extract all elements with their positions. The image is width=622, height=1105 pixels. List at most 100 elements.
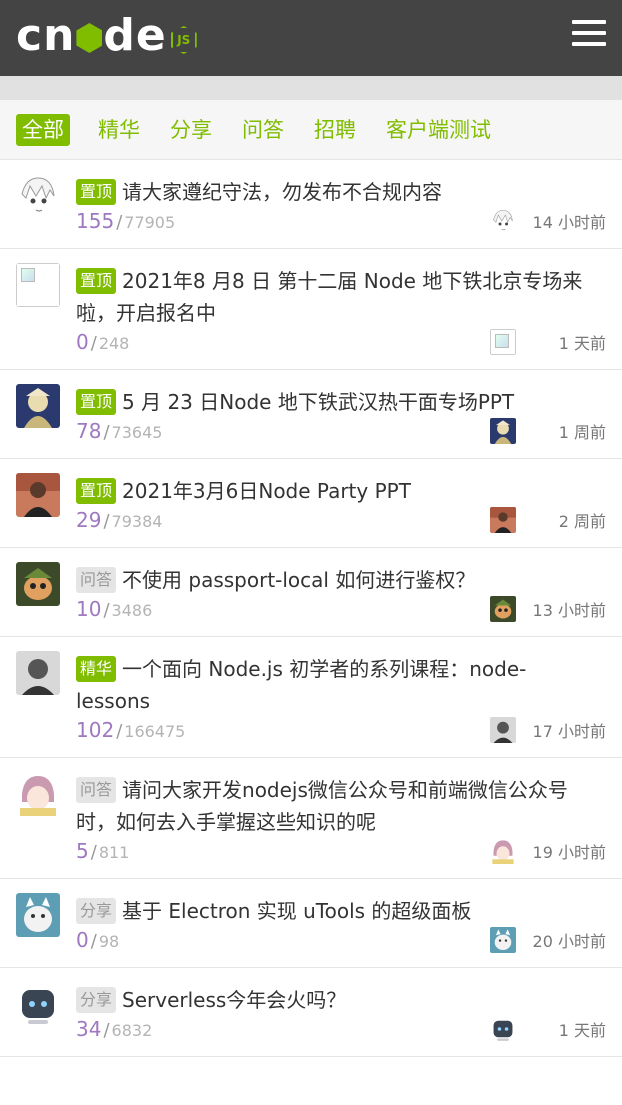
- last-reply-avatar[interactable]: [490, 596, 516, 622]
- topic-title[interactable]: Serverless今年会火吗？: [122, 988, 346, 1012]
- topic-title[interactable]: 请问大家开发nodejs微信公众号和前端微信公众号时，如何去入手掌握这些知识的呢: [76, 778, 568, 834]
- last-reply-time: 1 天前: [558, 1021, 606, 1040]
- reply-count: 0: [76, 330, 89, 354]
- last-reply-time: 20 小时前: [532, 932, 606, 951]
- topic-row[interactable]: 置顶 2021年3月6日Node Party PPT 29/79384 2 周前: [0, 459, 622, 548]
- view-count: 79384: [111, 512, 163, 531]
- topic-title-line[interactable]: 分享 Serverless今年会火吗？: [76, 984, 606, 1016]
- last-reply-time: 17 小时前: [532, 722, 606, 741]
- last-reply-avatar[interactable]: [490, 329, 516, 355]
- topic-title-line[interactable]: 分享 基于 Electron 实现 uTools 的超级面板: [76, 895, 606, 927]
- reply-count: 155: [76, 209, 115, 233]
- header-divider: [0, 76, 622, 100]
- topic-row[interactable]: 精华 一个面向 Node.js 初学者的系列课程：node-lessons 102/…: [0, 637, 622, 758]
- topic-row[interactable]: 问答 不使用 passport-local 如何进行鉴权？ 10/3486 13 小时…: [0, 548, 622, 637]
- author-avatar[interactable]: [16, 893, 60, 937]
- topic-counts: 78/73645: [76, 419, 162, 443]
- topic-title-line[interactable]: 精华 一个面向 Node.js 初学者的系列课程：node-lessons: [76, 653, 606, 717]
- topic-row[interactable]: 置顶 2021年8 月8 日 第十二届 Node 地下铁北京专场来啦，开启报名中 0…: [0, 249, 622, 370]
- topic-row[interactable]: 问答 请问大家开发nodejs微信公众号和前端微信公众号时，如何去入手掌握这些知识…: [0, 758, 622, 879]
- last-reply-info: 13 小时前: [490, 596, 606, 622]
- last-reply-info: 19 小时前: [490, 838, 606, 864]
- topic-list: 置顶 请大家遵纪守法，勿发布不合规内容 155/77905 14 小时前 置顶 2021年…: [0, 160, 622, 1057]
- topic-row[interactable]: 分享 基于 Electron 实现 uTools 的超级面板 0/98 20 小时前: [0, 879, 622, 968]
- reply-count: 29: [76, 508, 102, 532]
- reply-count: 78: [76, 419, 102, 443]
- topic-title[interactable]: 2021年8 月8 日 第十二届 Node 地下铁北京专场来啦，开启报名中: [76, 269, 582, 325]
- topic-title-line[interactable]: 置顶 2021年8 月8 日 第十二届 Node 地下铁北京专场来啦，开启报名中: [76, 265, 606, 329]
- topic-title-line[interactable]: 问答 请问大家开发nodejs微信公众号和前端微信公众号时，如何去入手掌握这些知识…: [76, 774, 606, 838]
- cnode-logo[interactable]: c​n de JS: [16, 12, 197, 60]
- last-reply-info: 2 周前: [490, 507, 606, 533]
- author-avatar[interactable]: [16, 473, 60, 517]
- topic-title[interactable]: 基于 Electron 实现 uTools 的超级面板: [122, 899, 471, 923]
- topic-title[interactable]: 一个面向 Node.js 初学者的系列课程：node-lessons: [76, 657, 526, 713]
- last-reply-time: 1 天前: [558, 334, 606, 353]
- last-reply-info: 1 天前: [490, 329, 606, 355]
- last-reply-avatar[interactable]: [490, 418, 516, 444]
- topic-tag-badge: 分享: [76, 987, 117, 1013]
- view-count: 166475: [124, 722, 186, 741]
- topic-meta: 10/3486 13 小时前: [76, 594, 606, 624]
- topic-counts: 10/3486: [76, 597, 152, 621]
- count-separator: /: [116, 721, 123, 742]
- last-reply-avatar[interactable]: [490, 507, 516, 533]
- topic-row[interactable]: 分享 Serverless今年会火吗？ 34/6832 1 天前: [0, 968, 622, 1057]
- topic-title-line[interactable]: 问答 不使用 passport-local 如何进行鉴权？: [76, 564, 606, 596]
- count-separator: /: [90, 333, 97, 354]
- topic-meta: 155/77905 14 小时前: [76, 206, 606, 236]
- topic-tag-badge: 分享: [76, 898, 117, 924]
- topic-counts: 0/98: [76, 928, 119, 952]
- tab-share[interactable]: 分享: [170, 114, 212, 146]
- reply-count: 34: [76, 1017, 102, 1041]
- author-avatar[interactable]: [16, 174, 60, 218]
- topic-counts: 5/811: [76, 839, 129, 863]
- reply-count: 5: [76, 839, 89, 863]
- last-reply-avatar[interactable]: [490, 838, 516, 864]
- topic-title-line[interactable]: 置顶 5 月 23 日Node 地下铁武汉热干面专场PPT: [76, 386, 606, 418]
- topic-title[interactable]: 请大家遵纪守法，勿发布不合规内容: [122, 180, 442, 204]
- last-reply-time: 13 小时前: [532, 601, 606, 620]
- author-avatar[interactable]: [16, 772, 60, 816]
- topic-row[interactable]: 置顶 请大家遵纪守法，勿发布不合规内容 155/77905 14 小时前: [0, 160, 622, 249]
- logo-word: c​n de: [16, 10, 167, 61]
- author-avatar[interactable]: [16, 263, 60, 307]
- view-count: 811: [98, 843, 130, 862]
- topic-title[interactable]: 不使用 passport-local 如何进行鉴权？: [122, 568, 475, 592]
- last-reply-info: 17 小时前: [490, 717, 606, 743]
- last-reply-avatar[interactable]: [490, 717, 516, 743]
- count-separator: /: [90, 931, 97, 952]
- author-avatar[interactable]: [16, 982, 60, 1026]
- topic-meta: 0/98 20 小时前: [76, 925, 606, 955]
- last-reply-avatar[interactable]: [490, 208, 516, 234]
- hamburger-menu-icon[interactable]: [572, 20, 606, 50]
- last-reply-time: 1 周前: [558, 423, 606, 442]
- author-avatar[interactable]: [16, 384, 60, 428]
- reply-count: 0: [76, 928, 89, 952]
- tab-dev[interactable]: 客户端测试: [386, 114, 491, 146]
- topic-tag-badge: 置顶: [76, 179, 117, 205]
- topic-title-line[interactable]: 置顶 2021年3月6日Node Party PPT: [76, 475, 606, 507]
- author-avatar[interactable]: [16, 562, 60, 606]
- topic-counts: 155/77905: [76, 209, 175, 233]
- topic-title[interactable]: 2021年3月6日Node Party PPT: [122, 479, 411, 503]
- view-count: 6832: [111, 1021, 153, 1040]
- view-count: 73645: [111, 423, 163, 442]
- view-count: 3486: [111, 601, 153, 620]
- tab-all[interactable]: 全部: [16, 113, 70, 146]
- author-avatar[interactable]: [16, 651, 60, 695]
- topic-tag-badge: 问答: [76, 567, 117, 593]
- topic-title[interactable]: 5 月 23 日Node 地下铁武汉热干面专场PPT: [122, 390, 514, 414]
- topic-counts: 29/79384: [76, 508, 162, 532]
- last-reply-avatar[interactable]: [490, 1016, 516, 1042]
- topic-title-line[interactable]: 置顶 请大家遵纪守法，勿发布不合规内容: [76, 176, 606, 208]
- tab-job[interactable]: 招聘: [314, 114, 356, 146]
- topic-counts: 0/248: [76, 330, 129, 354]
- top-navbar: c​n de JS: [0, 0, 622, 76]
- topic-row[interactable]: 置顶 5 月 23 日Node 地下铁武汉热干面专场PPT 78/73645 1 周前: [0, 370, 622, 459]
- tab-good[interactable]: 精华: [98, 114, 140, 146]
- tab-ask[interactable]: 问答: [242, 114, 284, 146]
- last-reply-avatar[interactable]: [490, 927, 516, 953]
- last-reply-info: 20 小时前: [490, 927, 606, 953]
- last-reply-time: 19 小时前: [532, 843, 606, 862]
